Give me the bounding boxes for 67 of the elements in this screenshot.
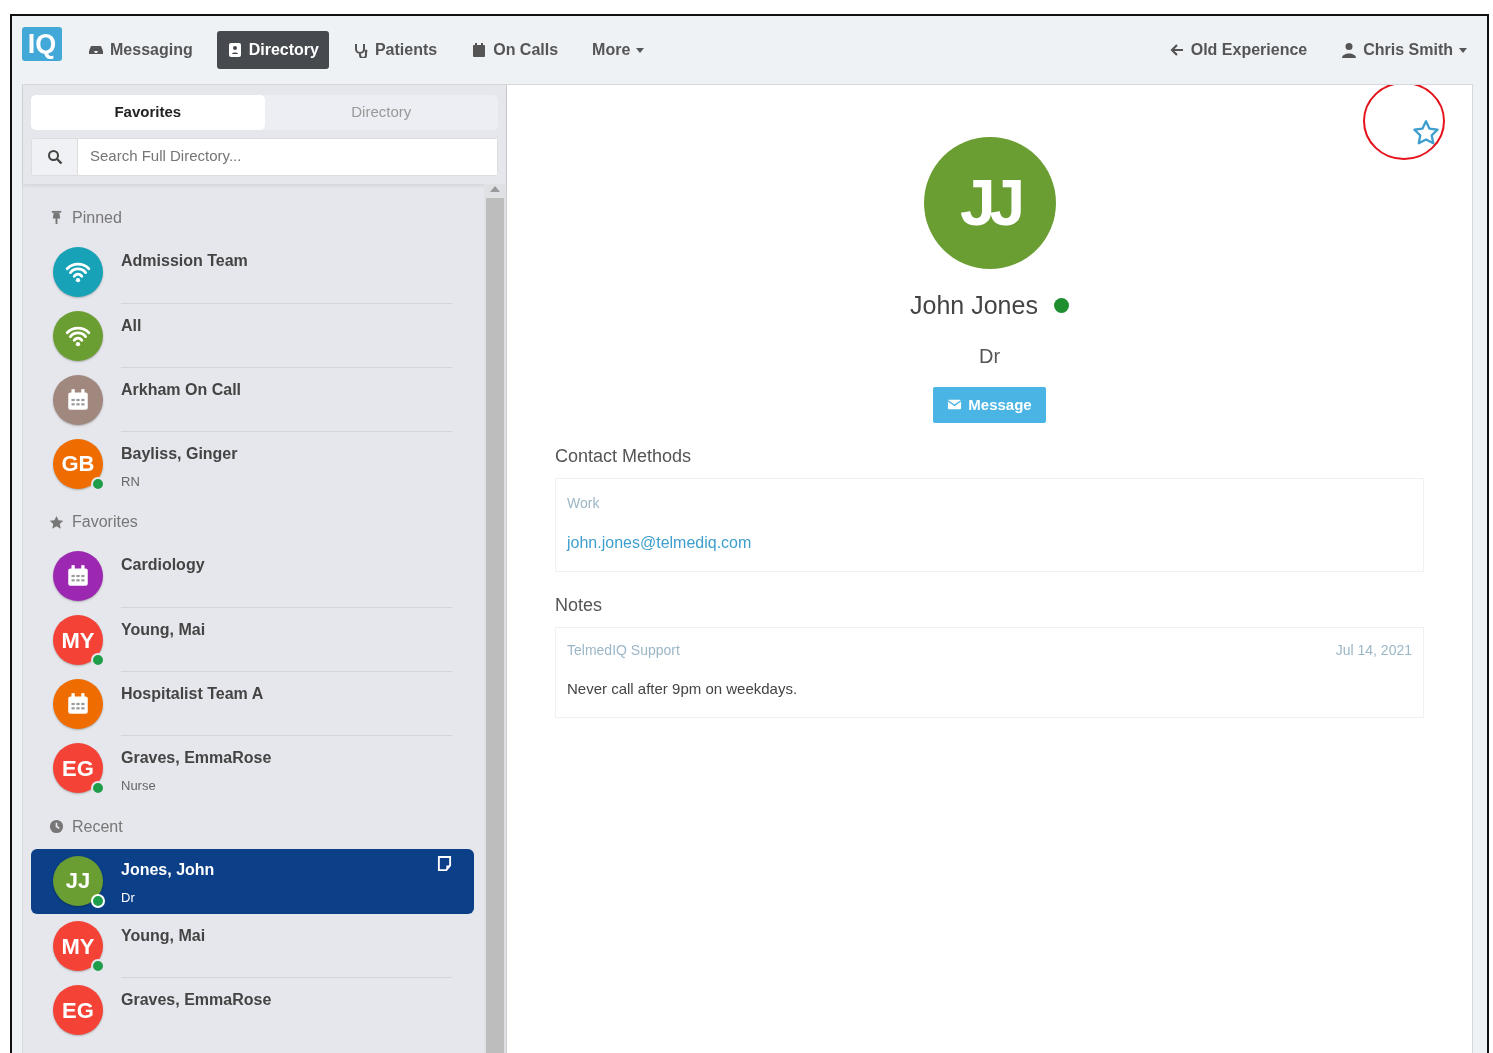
star-icon [49,514,64,530]
contact-name: Hospitalist Team A [121,684,265,704]
avatar: MY [53,615,103,665]
contact-item[interactable]: MY Young, Mai [31,914,474,978]
contact-item[interactable]: Arkham On Call [31,367,474,432]
note-author: TelmedIQ Support [567,641,680,660]
user-icon [1341,42,1358,58]
pin-icon [49,210,64,225]
contact-name: Graves, EmmaRose [121,748,273,768]
section-heading: Pinned [72,207,122,228]
scrollbar[interactable] [484,183,506,1053]
contact-title: Dr [121,888,136,907]
contact-name: Cardiology [121,555,206,575]
note-date: Jul 14, 2021 [1335,641,1412,660]
contact-item[interactable]: MY Young, Mai [31,608,474,672]
nav-link[interactable]: Old Experience [1158,31,1318,69]
star-icon [1412,119,1440,147]
contact-item[interactable]: EG Graves, EmmaRose Nurse [31,736,474,803]
contact-item[interactable]: JJ Jones, John Dr [31,848,474,914]
contact-name: Young, Mai [121,926,207,946]
nav-link[interactable]: Chris Smith [1331,31,1477,69]
avatar: EG [53,985,103,1035]
profile-title: Dr [978,344,1001,367]
search-field[interactable]: Search Full Directory... [31,137,498,176]
scroll-up-icon [490,185,500,192]
nav-link[interactable]: Patients [342,31,448,69]
section-heading: Favorites [72,512,138,532]
contact-item[interactable]: Cardiology [31,544,474,608]
contact-title: Nurse [121,777,157,795]
calendar-icon [471,42,488,58]
contact-name: Graves, EmmaRose [121,990,273,1010]
calendar-icon [65,563,91,589]
contact-name: Arkham On Call [121,379,243,400]
contact-name: Admission Team [121,250,249,271]
contact-item[interactable]: All [31,303,474,368]
section-heading: Recent [72,816,123,837]
contact-item[interactable]: GB Bayliss, Ginger RN [31,431,474,498]
nav-link[interactable]: Directory [216,31,329,69]
profile-avatar: JJ [923,137,1056,269]
calendar-icon [65,691,91,717]
contact-name: Jones, John [121,859,216,880]
profile-name: John Jones [910,290,1038,321]
arrow-left-icon [1168,42,1185,58]
clock-icon [49,819,64,834]
contact-card-icon [226,42,243,58]
contact-name: All [121,315,143,336]
avatar: EG [53,743,103,793]
avatar: GB [53,438,103,489]
avatar: MY [53,921,103,971]
avatar: JJ [53,855,103,906]
stethoscope-icon [352,42,369,58]
contact-item[interactable]: EG Graves, EmmaRose [31,978,474,1042]
nav-link[interactable]: More [582,31,655,69]
nav-link[interactable]: Messaging [78,31,203,69]
tab[interactable]: Favorites [31,95,265,130]
nav-link[interactable]: On Calls [461,31,569,69]
contact-label: Work [567,495,600,511]
contact-item[interactable]: Admission Team [31,239,474,304]
section-heading: Notes [555,594,604,617]
contact-name: Young, Mai [121,620,207,640]
search-icon [46,148,63,165]
calendar-icon [65,386,91,413]
contact-name: Bayliss, Ginger [121,443,239,464]
contact-title: RN [121,472,141,491]
note-text: Never call after 9pm on weekdays. [567,680,798,697]
section-heading: Contact Methods [555,445,693,468]
contact-item[interactable]: Hospitalist Team A [31,672,474,736]
